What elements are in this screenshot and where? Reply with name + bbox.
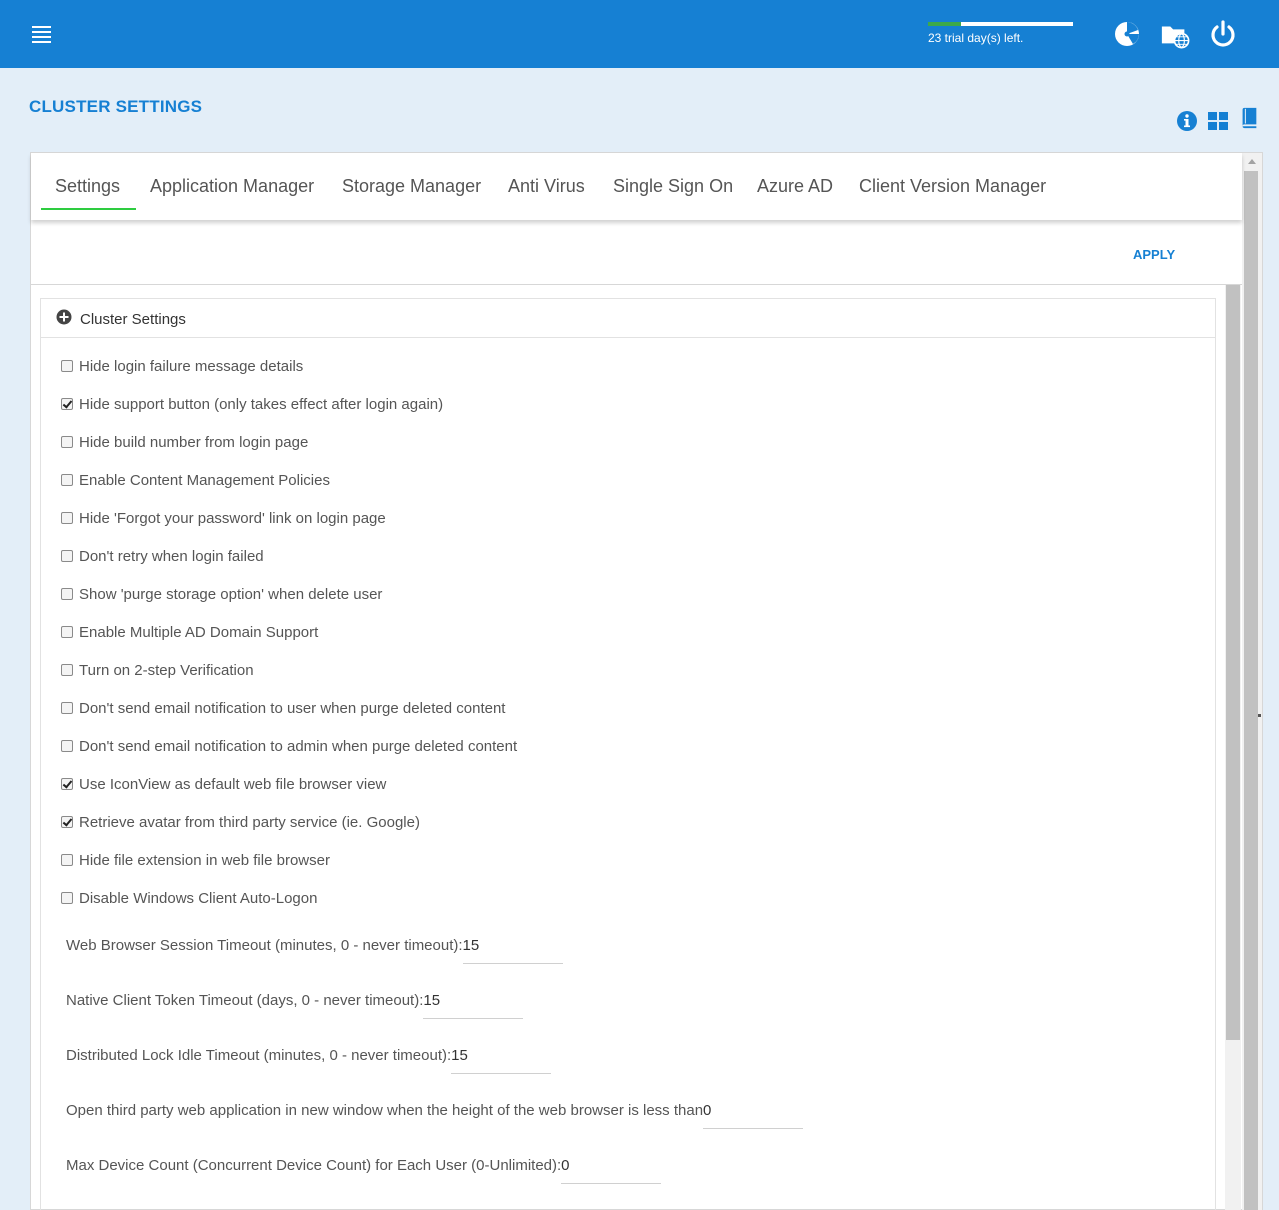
tab-storage-manager[interactable]: Storage Manager bbox=[342, 176, 481, 197]
option-label: Turn on 2-step Verification bbox=[79, 662, 254, 679]
field-label: Web Browser Session Timeout (minutes, 0 … bbox=[66, 937, 463, 954]
dashboard-icon[interactable] bbox=[1113, 18, 1143, 50]
field-label: Max Device Count (Concurrent Device Coun… bbox=[66, 1157, 562, 1174]
option-checkbox[interactable] bbox=[61, 892, 73, 904]
inner-scrollbar-thumb[interactable] bbox=[1226, 285, 1240, 1040]
field-label: Open third party web application in new … bbox=[66, 1102, 704, 1119]
trial-text: 23 trial day(s) left. bbox=[928, 31, 1024, 45]
tab-single-sign-on[interactable]: Single Sign On bbox=[613, 176, 733, 197]
option-checkbox[interactable] bbox=[61, 740, 73, 752]
page-scrollbar-thumb[interactable] bbox=[1244, 171, 1258, 1210]
option-checkbox[interactable] bbox=[61, 664, 73, 676]
option-checkbox[interactable] bbox=[61, 436, 73, 448]
page-title: CLUSTER SETTINGS bbox=[29, 97, 203, 116]
page-scrollbar[interactable] bbox=[1242, 153, 1262, 1210]
active-tab-indicator bbox=[41, 208, 136, 210]
menu-icon[interactable] bbox=[32, 26, 51, 43]
option-label: Hide file extension in web file browser bbox=[79, 852, 330, 869]
option-label: Hide build number from login page bbox=[79, 434, 309, 451]
inner-scrollbar[interactable] bbox=[1225, 285, 1241, 1210]
option-label: Use IconView as default web file browser… bbox=[79, 776, 387, 793]
option-checkbox[interactable] bbox=[61, 512, 73, 524]
option-checkbox[interactable] bbox=[61, 626, 73, 638]
trial-progress-bar bbox=[928, 22, 1073, 26]
section-title: Cluster Settings bbox=[80, 311, 186, 328]
option-checkbox[interactable] bbox=[61, 398, 73, 410]
option-checkbox[interactable] bbox=[61, 360, 73, 372]
option-label: Enable Content Management Policies bbox=[79, 472, 330, 489]
option-label: Don't send email notification to admin w… bbox=[79, 738, 518, 755]
cluster-settings-section: Cluster Settings Hide login failure mess… bbox=[40, 298, 1216, 1210]
resize-handle[interactable] bbox=[1258, 714, 1261, 717]
option-label: Enable Multiple AD Domain Support bbox=[79, 624, 319, 641]
plus-circle-icon[interactable] bbox=[56, 309, 72, 325]
info-icon[interactable] bbox=[1176, 110, 1198, 132]
tab-application-manager[interactable]: Application Manager bbox=[150, 176, 314, 197]
option-label: Show 'purge storage option' when delete … bbox=[79, 586, 383, 603]
option-checkbox[interactable] bbox=[61, 702, 73, 714]
field-row: Max Device Count (Concurrent Device Coun… bbox=[66, 1157, 662, 1187]
grid-icon[interactable] bbox=[1207, 110, 1229, 132]
scroll-up-icon[interactable] bbox=[1248, 159, 1256, 164]
field-row: Native Client Token Timeout (days, 0 - n… bbox=[66, 992, 524, 1022]
option-label: Don't retry when login failed bbox=[79, 548, 264, 565]
option-label: Hide 'Forgot your password' link on logi… bbox=[79, 510, 386, 527]
tab-client-version-manager[interactable]: Client Version Manager bbox=[859, 176, 1046, 197]
section-header[interactable]: Cluster Settings bbox=[41, 299, 1215, 338]
trial-indicator: 23 trial day(s) left. bbox=[928, 22, 1073, 45]
field-row: Distributed Lock Idle Timeout (minutes, … bbox=[66, 1047, 552, 1077]
field-label: Distributed Lock Idle Timeout (minutes, … bbox=[66, 1047, 452, 1064]
field-row: Web Browser Session Timeout (minutes, 0 … bbox=[66, 937, 563, 967]
field-row: Open third party web application in new … bbox=[66, 1102, 804, 1132]
option-checkbox[interactable] bbox=[61, 474, 73, 486]
option-label: Don't send email notification to user wh… bbox=[79, 700, 506, 717]
option-label: Retrieve avatar from third party service… bbox=[79, 814, 420, 831]
book-icon[interactable] bbox=[1238, 107, 1260, 129]
apply-button[interactable]: APPLY bbox=[1133, 247, 1175, 262]
option-label: Disable Windows Client Auto-Logon bbox=[79, 890, 318, 907]
trial-progress-fill bbox=[928, 22, 962, 26]
settings-panel: Settings Application Manager Storage Man… bbox=[30, 152, 1263, 1210]
tab-azure-ad[interactable]: Azure AD bbox=[757, 176, 833, 197]
field-input[interactable] bbox=[462, 937, 563, 964]
top-bar: 23 trial day(s) left. bbox=[0, 0, 1279, 68]
web-folder-icon[interactable] bbox=[1160, 18, 1190, 50]
option-checkbox[interactable] bbox=[61, 854, 73, 866]
option-checkbox[interactable] bbox=[61, 588, 73, 600]
option-label: Hide support button (only takes effect a… bbox=[79, 396, 444, 413]
tab-anti-virus[interactable]: Anti Virus bbox=[508, 176, 585, 197]
field-label: Native Client Token Timeout (days, 0 - n… bbox=[66, 992, 424, 1009]
tab-settings[interactable]: Settings bbox=[55, 176, 120, 197]
option-checkbox[interactable] bbox=[61, 550, 73, 562]
field-input[interactable] bbox=[703, 1102, 804, 1129]
field-input[interactable] bbox=[423, 992, 524, 1019]
option-label: Hide login failure message details bbox=[79, 358, 304, 375]
option-checkbox[interactable] bbox=[61, 816, 73, 828]
tab-bar: Settings Application Manager Storage Man… bbox=[31, 153, 1242, 220]
action-bar: APPLY bbox=[31, 220, 1242, 285]
power-icon[interactable] bbox=[1208, 18, 1238, 50]
option-checkbox[interactable] bbox=[61, 778, 73, 790]
field-input[interactable] bbox=[561, 1157, 662, 1184]
field-input[interactable] bbox=[451, 1047, 552, 1074]
